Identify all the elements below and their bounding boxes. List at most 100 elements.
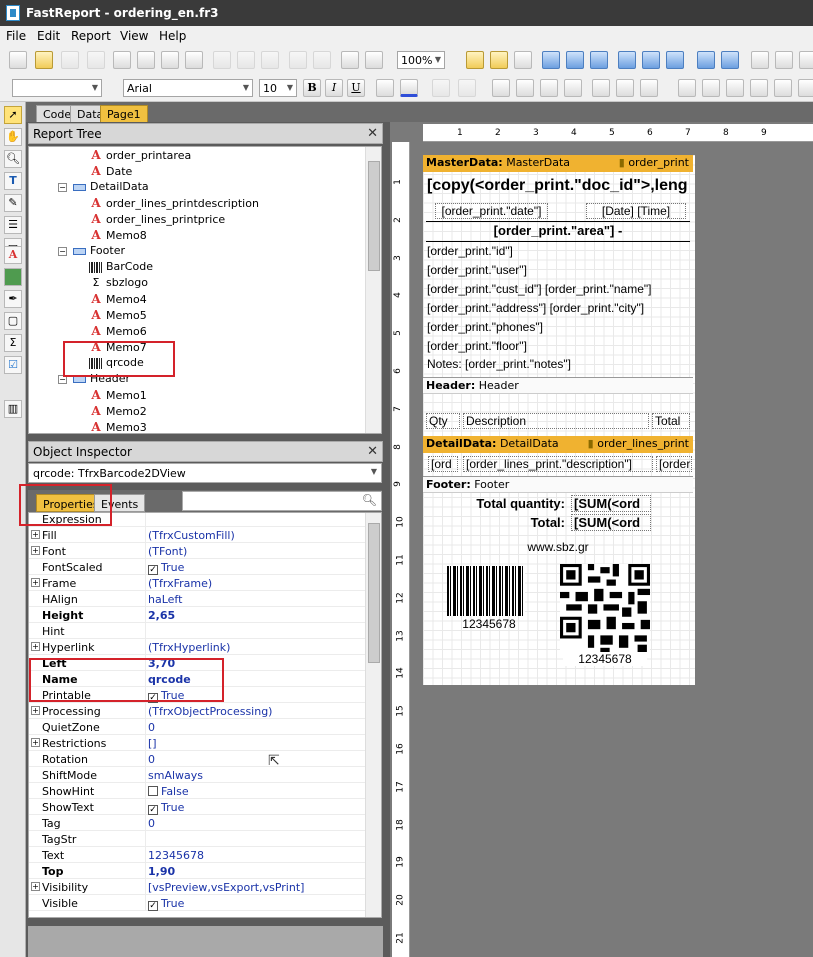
align-left-icon[interactable]: [542, 51, 560, 69]
header-band-header[interactable]: Header: Header: [423, 377, 693, 394]
align-middle-icon[interactable]: [642, 51, 660, 69]
tree-item[interactable]: Aorder_printarea: [89, 148, 191, 162]
tree-item[interactable]: A Memo5: [89, 308, 146, 322]
align-top-icon[interactable]: [618, 51, 636, 69]
tree-item[interactable]: A Memo3: [89, 420, 146, 433]
align-right-icon[interactable]: [590, 51, 608, 69]
property-value[interactable]: (TfrxCustomFill): [148, 529, 235, 542]
total-label[interactable]: Total:: [443, 515, 565, 530]
property-row[interactable]: HAlign haLeft: [29, 591, 367, 607]
redo-icon[interactable]: [313, 51, 331, 69]
collapse-icon[interactable]: −: [58, 183, 67, 192]
property-value[interactable]: 12345678: [148, 849, 204, 862]
property-row[interactable]: + Visibility [vsPreview,vsExport,vsPrint]: [29, 879, 367, 895]
property-row[interactable]: ShowHint False: [29, 783, 367, 799]
barcode-tool-icon[interactable]: ▥: [4, 400, 22, 418]
website-memo[interactable]: www.sbz.gr: [427, 540, 689, 554]
frame-bottom-icon[interactable]: [702, 79, 720, 97]
line-memo[interactable]: [order_print."phones"]: [427, 320, 543, 334]
tree-item[interactable]: A Date: [89, 164, 132, 178]
frame-all-icon[interactable]: [774, 79, 792, 97]
tree-item[interactable]: A Memo4: [89, 292, 146, 306]
property-row[interactable]: + Hyperlink (TfrxHyperlink): [29, 639, 367, 655]
qrcode-image[interactable]: [560, 564, 650, 654]
zoom-combo[interactable]: 100% ▼: [397, 51, 445, 69]
property-row[interactable]: + Fill (TfrxCustomFill): [29, 527, 367, 543]
line-memo[interactable]: [order_print."id"]: [427, 244, 513, 258]
tree-scrollbar[interactable]: [365, 147, 381, 433]
checkbox-icon[interactable]: ✓: [148, 901, 158, 911]
menu-help[interactable]: Help: [159, 29, 186, 43]
text-justify-icon[interactable]: [564, 79, 582, 97]
property-row[interactable]: ShowText ✓ True: [29, 799, 367, 815]
show-grid-icon[interactable]: [466, 51, 484, 69]
property-row[interactable]: + Font (TFont): [29, 543, 367, 559]
picture-tool-icon[interactable]: [4, 268, 22, 286]
expand-icon[interactable]: +: [31, 706, 40, 715]
tree-item[interactable]: DetailData −: [58, 180, 149, 193]
text-bottom-icon[interactable]: [640, 79, 658, 97]
object-selector[interactable]: qrcode: TfrxBarcode2DView ▼: [28, 463, 382, 483]
space-h-icon[interactable]: [697, 51, 715, 69]
font-size-combo[interactable]: 10 ▼: [259, 79, 297, 97]
property-value[interactable]: 2,65: [148, 609, 175, 622]
property-row[interactable]: QuietZone 0: [29, 719, 367, 735]
property-value[interactable]: (TFont): [148, 545, 187, 558]
qty-header[interactable]: Qty: [426, 413, 460, 429]
menu-edit[interactable]: Edit: [37, 29, 60, 43]
underline-button[interactable]: U: [347, 79, 365, 97]
bold-button[interactable]: B: [303, 79, 321, 97]
frame-right-icon[interactable]: [750, 79, 768, 97]
barcode-image[interactable]: [447, 566, 525, 616]
property-value[interactable]: (TfrxObjectProcessing): [148, 705, 272, 718]
property-row[interactable]: + Processing (TfrxObjectProcessing): [29, 703, 367, 719]
property-row[interactable]: Rotation 0: [29, 751, 367, 767]
line-memo[interactable]: [order_print."floor"]: [427, 339, 527, 353]
property-value[interactable]: 0: [148, 753, 155, 766]
page-settings-icon[interactable]: [161, 51, 179, 69]
property-value[interactable]: (TfrxHyperlink): [148, 641, 230, 654]
undo-icon[interactable]: [289, 51, 307, 69]
expand-icon[interactable]: +: [31, 882, 40, 891]
frame-none-icon[interactable]: [798, 79, 813, 97]
total-quantity-label[interactable]: Total quantity:: [443, 496, 565, 511]
property-row[interactable]: TagStr: [29, 831, 367, 847]
center-v-icon[interactable]: [775, 51, 793, 69]
text-tool-icon[interactable]: T: [4, 172, 22, 190]
property-value[interactable]: False: [148, 785, 189, 798]
property-row[interactable]: Height 2,65: [29, 607, 367, 623]
collapse-icon[interactable]: −: [58, 247, 67, 256]
property-row[interactable]: Hint: [29, 623, 367, 639]
sum-tool-icon[interactable]: Σ: [4, 334, 22, 352]
tree-item[interactable]: A Memo8: [89, 228, 146, 242]
description-cell[interactable]: [order_lines_print."description"]: [463, 456, 653, 472]
format-painter-icon[interactable]: ✎: [4, 194, 22, 212]
area-memo[interactable]: [order_print."area"] -: [427, 223, 689, 238]
masterdata-band-header[interactable]: MasterData: MasterData ▮ order_print: [423, 155, 693, 172]
space-v-icon[interactable]: [721, 51, 739, 69]
cut-icon[interactable]: [213, 51, 231, 69]
property-value[interactable]: ✓ True: [148, 801, 184, 815]
italic-button[interactable]: I: [325, 79, 343, 97]
align-grid-icon[interactable]: [490, 51, 508, 69]
expand-icon[interactable]: +: [31, 578, 40, 587]
line-tool-icon[interactable]: ✒: [4, 290, 22, 308]
menu-view[interactable]: View: [120, 29, 148, 43]
property-row[interactable]: Top 1,90: [29, 863, 367, 879]
date-memo[interactable]: [order_print."date"]: [435, 203, 548, 219]
property-row[interactable]: ShiftMode smAlways: [29, 767, 367, 783]
variables-icon[interactable]: [185, 51, 203, 69]
new-icon[interactable]: [9, 51, 27, 69]
same-width-icon[interactable]: [799, 51, 813, 69]
expand-icon[interactable]: +: [31, 738, 40, 747]
text-align-center-icon[interactable]: [516, 79, 534, 97]
checkbox-icon[interactable]: [148, 786, 158, 796]
property-value[interactable]: ✓ True: [148, 897, 184, 911]
zoom-tool-icon[interactable]: 🔍︎: [4, 150, 22, 168]
report-page[interactable]: MasterData: MasterData ▮ order_print [co…: [423, 155, 695, 685]
expand-icon[interactable]: +: [31, 546, 40, 555]
font-color-icon[interactable]: [400, 79, 418, 97]
property-value[interactable]: 1,90: [148, 865, 175, 878]
new-dialog-icon[interactable]: [137, 51, 155, 69]
property-value[interactable]: 0: [148, 721, 155, 734]
